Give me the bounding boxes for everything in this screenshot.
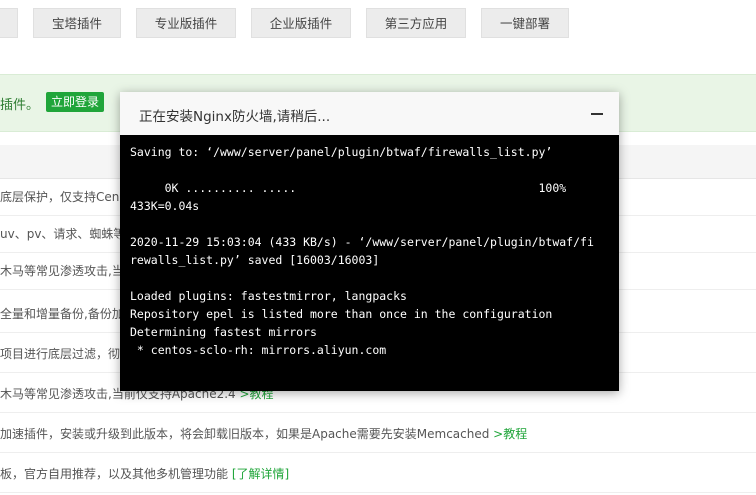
plugin-description: 底层保护，仅支持Cen bbox=[0, 190, 120, 204]
log-line: Saving to: ‘/www/server/panel/plugin/btw… bbox=[130, 145, 553, 159]
plugin-description: 全量和增量备份,备份加 bbox=[0, 307, 124, 321]
plugin-description: 木马等常见渗透攻击,当前 bbox=[0, 264, 136, 278]
notice-text: 插件。 bbox=[0, 98, 40, 113]
tab-one-click-deploy[interactable]: 一键部署 bbox=[481, 8, 569, 38]
log-line: Determining fastest mirrors bbox=[130, 325, 317, 339]
log-line: 0K .......... ..... 100% bbox=[130, 181, 567, 195]
login-now-button[interactable]: 立即登录 bbox=[46, 92, 105, 112]
tab-bt-plugins[interactable]: 宝塔插件 bbox=[33, 8, 121, 38]
plugin-description: 板，官方自用推荐，以及其他多机管理功能 bbox=[0, 467, 232, 481]
log-line: * centos-sclo-rh: mirrors.aliyun.com bbox=[130, 343, 387, 357]
dialog-title: 正在安装Nginx防火墙,请稍后... bbox=[139, 109, 331, 125]
log-line: Loaded plugins: fastestmirror, langpacks bbox=[130, 289, 407, 303]
log-line: Repository epel is listed more than once… bbox=[130, 307, 553, 321]
tab-enterprise-plugins[interactable]: 企业版插件 bbox=[251, 8, 351, 38]
plugin-category-tabs: 宝塔插件 专业版插件 企业版插件 第三方应用 一键部署 bbox=[0, 0, 756, 48]
plugin-description: uv、pv、请求、蜘蛛等 bbox=[0, 227, 126, 241]
tab-third-party-apps[interactable]: 第三方应用 bbox=[366, 8, 466, 38]
log-line: 433K=0.04s bbox=[130, 199, 200, 213]
dialog-header: 正在安装Nginx防火墙,请稍后... bbox=[120, 92, 619, 136]
install-progress-dialog: 正在安装Nginx防火墙,请稍后... Saving to: ‘/www/ser… bbox=[120, 92, 619, 391]
minimize-icon[interactable] bbox=[591, 113, 603, 115]
tab-all[interactable] bbox=[0, 8, 18, 38]
table-row: 板，官方自用推荐，以及其他多机管理功能 [了解详情] bbox=[0, 456, 756, 493]
plugin-description: 项目进行底层过滤，彻 bbox=[0, 347, 121, 361]
table-row: 加速插件，安装或升级到此版本，将会卸载旧版本，如果是Apache需要先安装Mem… bbox=[0, 416, 756, 453]
install-log-terminal[interactable]: Saving to: ‘/www/server/panel/plugin/btw… bbox=[120, 135, 619, 391]
plugin-description: 加速插件，安装或升级到此版本，将会卸载旧版本，如果是Apache需要先安装Mem… bbox=[0, 427, 494, 441]
tab-pro-plugins[interactable]: 专业版插件 bbox=[136, 8, 236, 38]
tutorial-link[interactable]: >教程 bbox=[493, 427, 527, 441]
log-line: rewalls_list.py’ saved [16003/16003] bbox=[130, 253, 380, 267]
log-line: 2020-11-29 15:03:04 (433 KB/s) - ‘/www/s… bbox=[130, 235, 594, 249]
details-link[interactable]: [了解详情] bbox=[232, 467, 289, 481]
